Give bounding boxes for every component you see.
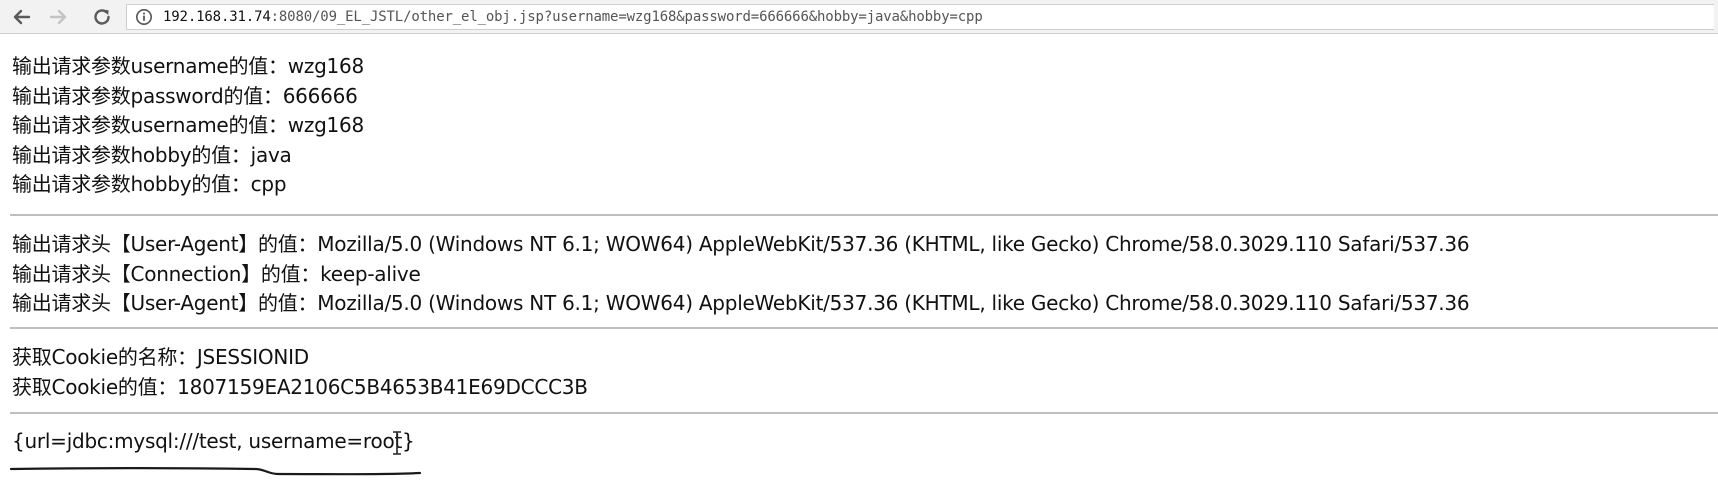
- forward-button[interactable]: [44, 3, 72, 31]
- reload-icon: [94, 9, 110, 25]
- param-line: 输出请求参数password的值：666666: [12, 83, 358, 108]
- header-line: 输出请求头【Connection】的值：keep-alive: [12, 261, 421, 286]
- pen-underline-annotation: [10, 467, 422, 476]
- divider: [10, 327, 1718, 329]
- info-circle-icon[interactable]: [135, 8, 153, 26]
- arrow-right-icon: [49, 9, 67, 25]
- param-line: 输出请求参数username的值：wzg168: [12, 113, 364, 137]
- param-line: 输出请求参数username的值：wzg168: [12, 54, 364, 78]
- map-output-line: {url=jdbc:mysql:///test, username=root}: [12, 429, 415, 453]
- arrow-left-icon: [13, 9, 31, 25]
- divider: [10, 214, 1718, 216]
- text-cursor-icon: [393, 431, 401, 455]
- address-bar[interactable]: 192.168.31.74:8080/09_EL_JSTL/other_el_o…: [126, 4, 1714, 30]
- request-params-section: 输出请求参数username的值：wzg168 输出请求参数password的值…: [12, 52, 364, 200]
- param-line: 输出请求参数hobby的值：java: [12, 142, 292, 167]
- cookie-value-line: 获取Cookie的值：1807159EA2106C5B4653B41E69DCC…: [12, 374, 588, 399]
- cookie-name-line: 获取Cookie的名称：JSESSIONID: [12, 345, 309, 369]
- request-headers-section: 输出请求头【User-Agent】的值：Mozilla/5.0 (Windows…: [12, 230, 1470, 319]
- back-button[interactable]: [8, 3, 36, 31]
- cookie-section: 获取Cookie的名称：JSESSIONID 获取Cookie的值：180715…: [12, 343, 588, 402]
- context-param-section: {url=jdbc:mysql:///test, username=root}: [12, 427, 415, 457]
- param-line: 输出请求参数hobby的值：cpp: [12, 172, 287, 196]
- header-line: 输出请求头【User-Agent】的值：Mozilla/5.0 (Windows…: [12, 232, 1470, 256]
- url-text[interactable]: 192.168.31.74:8080/09_EL_JSTL/other_el_o…: [163, 9, 983, 25]
- header-line: 输出请求头【User-Agent】的值：Mozilla/5.0 (Windows…: [12, 291, 1470, 315]
- browser-toolbar: 192.168.31.74:8080/09_EL_JSTL/other_el_o…: [0, 0, 1718, 34]
- url-host: 192.168.31.74: [163, 9, 271, 25]
- reload-button[interactable]: [88, 3, 116, 31]
- divider: [10, 412, 1718, 414]
- url-path-query: :8080/09_EL_JSTL/other_el_obj.jsp?userna…: [270, 9, 983, 25]
